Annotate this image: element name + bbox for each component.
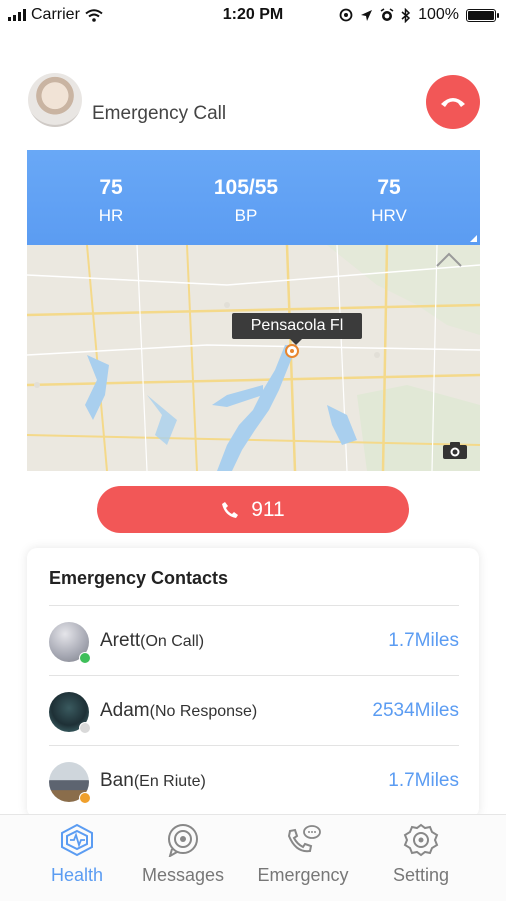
battery-icon: [466, 8, 499, 22]
contact-name-line: Adam(No Response): [100, 700, 257, 722]
hang-up-phone-icon: [441, 98, 465, 107]
emergency-icon: [287, 825, 321, 853]
tab-bar: Health Messages Emergency Setting: [0, 814, 506, 901]
tab-setting[interactable]: Setting: [358, 823, 484, 886]
vitals-panel[interactable]: 75 HR 105/55 BP 75 HRV: [27, 150, 480, 245]
battery-percent: 100%: [418, 6, 459, 23]
contact-name: Adam: [100, 700, 150, 721]
contact-status: (On Call): [140, 633, 205, 650]
contact-row[interactable]: Ban(En Riute) 1.7Miles: [49, 745, 459, 816]
contact-distance: 1.7Miles: [388, 630, 459, 651]
alarm-icon: [380, 8, 394, 21]
contact-row[interactable]: Adam(No Response) 2534Miles: [49, 675, 459, 746]
status-dot: [79, 722, 91, 734]
tab-label: Emergency: [257, 865, 349, 885]
vital-hr: 75 HR: [51, 176, 171, 226]
vital-value: 75: [99, 176, 123, 199]
location-pin-icon[interactable]: [285, 344, 299, 358]
gear-icon: [403, 823, 439, 857]
map-location-label: Pensacola Fl: [232, 313, 362, 345]
status-dot: [79, 652, 91, 664]
tab-label: Setting: [392, 865, 450, 885]
location-map[interactable]: [27, 245, 480, 471]
tab-label: Health: [50, 865, 104, 885]
contact-row[interactable]: Arett(On Call) 1.7Miles: [49, 605, 459, 676]
health-icon: [61, 823, 93, 857]
tab-label: Messages: [141, 865, 225, 885]
vital-value: 75: [377, 176, 401, 199]
messages-icon: [168, 824, 198, 857]
vital-hrv: 75 HRV: [329, 176, 449, 226]
contact-distance: 1.7Miles: [388, 770, 459, 791]
contact-status: (No Response): [149, 703, 258, 720]
tab-emergency[interactable]: Emergency: [240, 823, 366, 886]
bluetooth-icon: [401, 7, 411, 23]
emergency-contacts-card: Emergency Contacts Arett(On Call) 1.7Mil…: [27, 548, 479, 818]
contact-name: Arett: [100, 630, 141, 651]
map-tiles: [27, 245, 480, 471]
call-911-label: 911: [251, 497, 285, 521]
location-icon: [361, 9, 373, 21]
contacts-title: Emergency Contacts: [49, 568, 229, 588]
contact-distance: 2534Miles: [372, 700, 459, 721]
vital-label: HR: [98, 206, 124, 225]
user-avatar[interactable]: [28, 73, 82, 127]
call-911-button[interactable]: 911: [97, 486, 409, 533]
page-title: Emergency Call: [92, 103, 227, 124]
status-right: 100%: [339, 6, 499, 24]
phone-icon: [222, 501, 239, 518]
map-collapse-chevron-icon[interactable]: [435, 250, 463, 268]
vital-value: 105/55: [213, 176, 279, 199]
screen-lock-icon: [339, 8, 353, 22]
vital-label: BP: [234, 206, 258, 225]
contact-name: Ban: [100, 770, 134, 791]
expand-corner-icon[interactable]: [470, 235, 477, 242]
status-dot: [79, 792, 91, 804]
vital-bp: 105/55 BP: [186, 176, 306, 226]
contact-status: (En Riute): [133, 773, 206, 790]
camera-icon[interactable]: [442, 440, 468, 460]
contact-name-line: Arett(On Call): [100, 630, 204, 652]
hang-up-button[interactable]: [426, 75, 480, 129]
status-bar: Carrier 1:20 PM 100%: [0, 0, 506, 30]
tab-messages[interactable]: Messages: [120, 823, 246, 886]
vital-label: HRV: [371, 206, 407, 225]
contact-name-line: Ban(En Riute): [100, 770, 206, 792]
